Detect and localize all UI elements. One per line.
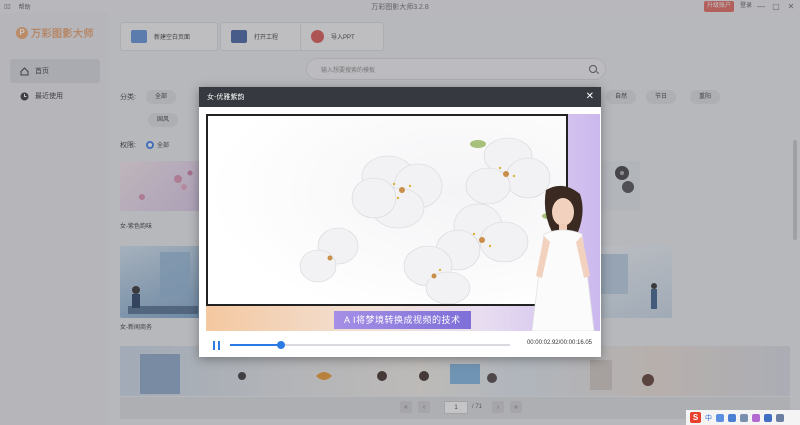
- input-method-label[interactable]: 中: [705, 413, 712, 423]
- toolbox-icon[interactable]: [764, 413, 772, 422]
- punctuation-icon[interactable]: [716, 413, 724, 422]
- dialog-header: 女-优雅紫韵 ✕: [199, 87, 601, 107]
- progress-fill: [230, 344, 281, 346]
- blossom-image: [208, 116, 566, 304]
- playback-time: 00:00:02.92/00:00:16.05: [526, 340, 592, 346]
- microphone-icon[interactable]: [728, 413, 736, 422]
- video-inner-frame: [206, 114, 568, 306]
- progress-bar[interactable]: [230, 341, 510, 349]
- system-tray: S 中: [686, 410, 800, 425]
- skin-icon[interactable]: [752, 413, 760, 422]
- presenter-avatar: [531, 185, 595, 331]
- dialog-title: 女-优雅紫韵: [207, 94, 245, 101]
- video-preview[interactable]: A I将梦境转换成视频的技术: [206, 114, 600, 331]
- grid-icon[interactable]: [776, 413, 784, 422]
- keyboard-icon[interactable]: [740, 413, 748, 422]
- video-subtitle: A I将梦境转换成视频的技术: [334, 311, 471, 329]
- sogou-input-icon[interactable]: S: [690, 412, 701, 423]
- video-controls: 00:00:02.92/00:00:16.05: [199, 335, 601, 355]
- pause-icon[interactable]: [213, 341, 220, 350]
- preview-dialog: 女-优雅紫韵 ✕ A I将梦境转换成视频的技术 00:00:02.92/00:0…: [199, 87, 601, 357]
- progress-knob[interactable]: [276, 341, 285, 349]
- close-icon[interactable]: ✕: [586, 91, 594, 103]
